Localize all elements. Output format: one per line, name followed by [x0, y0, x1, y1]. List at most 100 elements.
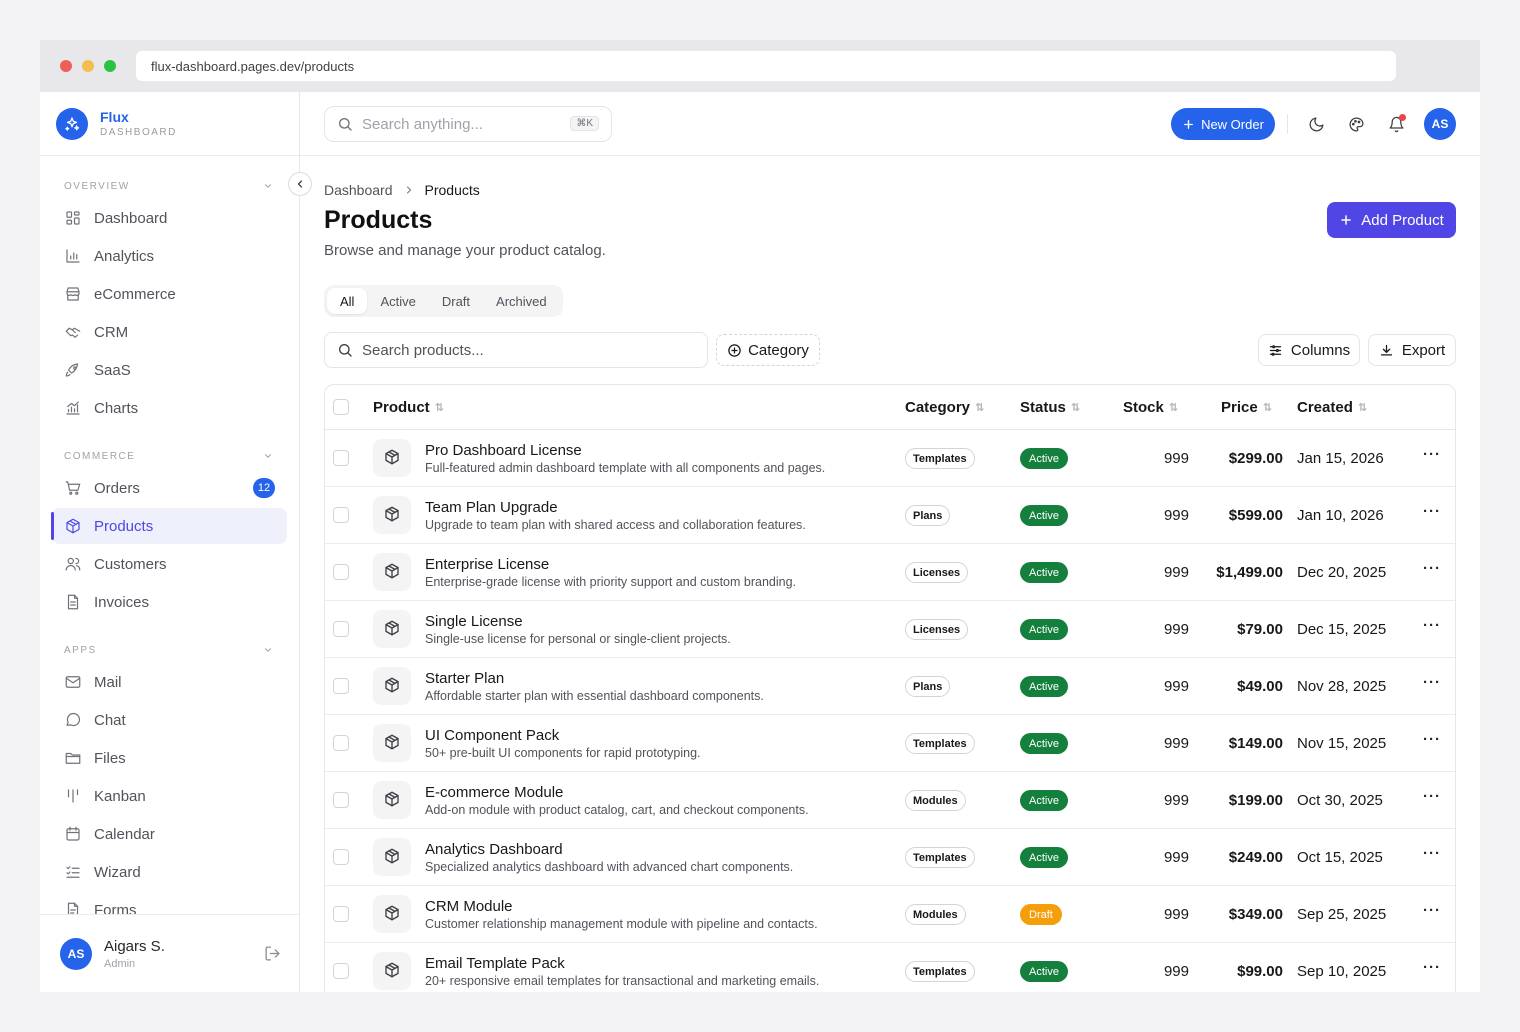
palette-icon[interactable] [1346, 114, 1366, 134]
table-row[interactable]: Analytics Dashboard Specialized analytics… [325, 829, 1455, 886]
tab-all[interactable]: All [327, 288, 368, 314]
sidebar-item-saas[interactable]: SaaS [52, 352, 287, 388]
minimize-window-dot[interactable] [82, 60, 94, 72]
status-badge: Active [1020, 847, 1068, 868]
sidebar-item-ecommerce[interactable]: eCommerce [52, 276, 287, 312]
brand[interactable]: Flux DASHBOARD [40, 92, 299, 156]
table-row[interactable]: Team Plan Upgrade Upgrade to team plan wi… [325, 487, 1455, 544]
tab-draft[interactable]: Draft [429, 288, 483, 314]
bell-icon[interactable] [1386, 114, 1406, 134]
row-checkbox[interactable] [333, 906, 349, 922]
user-profile[interactable]: AS Aigars S. Admin [40, 914, 299, 992]
tab-archived[interactable]: Archived [483, 288, 560, 314]
row-checkbox[interactable] [333, 507, 349, 523]
product-name[interactable]: E-commerce Module [425, 784, 563, 801]
sidebar-item-dashboard[interactable]: Dashboard [52, 200, 287, 236]
sidebar-item-forms[interactable]: Forms [52, 892, 287, 914]
sidebar-item-files[interactable]: Files [52, 740, 287, 776]
row-checkbox[interactable] [333, 621, 349, 637]
row-checkbox[interactable] [333, 450, 349, 466]
table-row[interactable]: UI Component Pack 50+ pre-built UI compon… [325, 715, 1455, 772]
row-actions-icon[interactable]: ··· [1423, 560, 1441, 577]
table-row[interactable]: E-commerce Module Add-on module with prod… [325, 772, 1455, 829]
table-row[interactable]: Starter Plan Affordable starter plan with… [325, 658, 1455, 715]
address-bar[interactable]: flux-dashboard.pages.dev/products [136, 51, 1396, 81]
users-icon [64, 555, 82, 573]
row-checkbox[interactable] [333, 735, 349, 751]
breadcrumb-dashboard[interactable]: Dashboard [324, 182, 393, 198]
columns-button[interactable]: Columns [1258, 334, 1360, 366]
logout-icon[interactable] [264, 945, 281, 965]
table-row[interactable]: Single License Single-use license for per… [325, 601, 1455, 658]
add-product-button[interactable]: Add Product [1327, 202, 1456, 238]
row-actions-icon[interactable]: ··· [1423, 503, 1441, 520]
row-actions-icon[interactable]: ··· [1423, 731, 1441, 748]
row-actions-icon[interactable]: ··· [1423, 446, 1441, 463]
header-category[interactable]: Category ⇅ [905, 399, 984, 416]
header-stock[interactable]: Stock ⇅ [1123, 399, 1178, 416]
close-window-dot[interactable] [60, 60, 72, 72]
header-created[interactable]: Created ⇅ [1297, 399, 1367, 416]
header-product[interactable]: Product ⇅ [373, 399, 444, 416]
row-actions-icon[interactable]: ··· [1423, 674, 1441, 691]
top-avatar[interactable]: AS [1424, 108, 1456, 140]
collapse-sidebar-button[interactable] [288, 172, 312, 196]
row-checkbox[interactable] [333, 678, 349, 694]
row-actions-icon[interactable]: ··· [1423, 617, 1441, 634]
maximize-window-dot[interactable] [104, 60, 116, 72]
header-status[interactable]: Status ⇅ [1020, 399, 1080, 416]
created-date: Sep 25, 2025 [1297, 906, 1387, 923]
sidebar-item-mail[interactable]: Mail [52, 664, 287, 700]
export-button[interactable]: Export [1368, 334, 1456, 366]
row-actions-icon[interactable]: ··· [1423, 959, 1441, 976]
row-actions-icon[interactable]: ··· [1423, 902, 1441, 919]
sidebar-item-orders[interactable]: Orders 12 [52, 470, 287, 506]
price-value: $599.00 [1228, 507, 1283, 524]
row-checkbox[interactable] [333, 792, 349, 808]
sidebar-item-wizard[interactable]: Wizard [52, 854, 287, 890]
product-search-input[interactable]: Search products... [324, 332, 708, 368]
sidebar-item-analytics[interactable]: Analytics [52, 238, 287, 274]
sidebar-item-crm[interactable]: CRM [52, 314, 287, 350]
table-row[interactable]: CRM Module Customer relationship manageme… [325, 886, 1455, 943]
tab-active[interactable]: Active [367, 288, 428, 314]
product-name[interactable]: UI Component Pack [425, 727, 559, 744]
product-name[interactable]: Single License [425, 613, 523, 630]
section-header-apps[interactable]: APPS [40, 636, 299, 664]
product-name[interactable]: Enterprise License [425, 556, 549, 573]
sidebar-item-invoices[interactable]: Invoices [52, 584, 287, 620]
sidebar-item-customers[interactable]: Customers [52, 546, 287, 582]
product-name[interactable]: Pro Dashboard License [425, 442, 582, 459]
product-name[interactable]: Team Plan Upgrade [425, 499, 558, 516]
row-checkbox[interactable] [333, 849, 349, 865]
section-header-commerce[interactable]: COMMERCE [40, 442, 299, 470]
table-row[interactable]: Enterprise License Enterprise-grade licen… [325, 544, 1455, 601]
product-name[interactable]: Starter Plan [425, 670, 504, 687]
sidebar-item-charts[interactable]: Charts [52, 390, 287, 426]
product-thumbnail [373, 781, 411, 819]
new-order-button[interactable]: New Order [1171, 108, 1275, 140]
select-all-checkbox[interactable] [333, 399, 349, 415]
sidebar-item-calendar[interactable]: Calendar [52, 816, 287, 852]
moon-icon[interactable] [1306, 114, 1326, 134]
product-name[interactable]: Analytics Dashboard [425, 841, 563, 858]
created-date: Nov 28, 2025 [1297, 678, 1387, 695]
row-actions-icon[interactable]: ··· [1423, 788, 1441, 805]
table-row[interactable]: Email Template Pack 20+ responsive email … [325, 943, 1455, 992]
sidebar-item-chat[interactable]: Chat [52, 702, 287, 738]
row-checkbox[interactable] [333, 564, 349, 580]
row-checkbox[interactable] [333, 963, 349, 979]
category-filter-button[interactable]: Category [716, 334, 820, 366]
stock-value: 999 [1163, 849, 1189, 866]
row-actions-icon[interactable]: ··· [1423, 845, 1441, 862]
sidebar-item-kanban[interactable]: Kanban [52, 778, 287, 814]
product-name[interactable]: CRM Module [425, 898, 513, 915]
product-description: Upgrade to team plan with shared access … [425, 518, 806, 532]
table-row[interactable]: Pro Dashboard License Full-featured admin… [325, 430, 1455, 487]
section-header-overview[interactable]: OVERVIEW [40, 172, 299, 200]
product-name[interactable]: Email Template Pack [425, 955, 565, 972]
sidebar-item-products[interactable]: Products [51, 508, 287, 544]
search-icon [339, 344, 352, 357]
global-search-input[interactable]: Search anything... ⌘K [324, 106, 612, 142]
header-price[interactable]: Price ⇅ [1221, 399, 1272, 416]
